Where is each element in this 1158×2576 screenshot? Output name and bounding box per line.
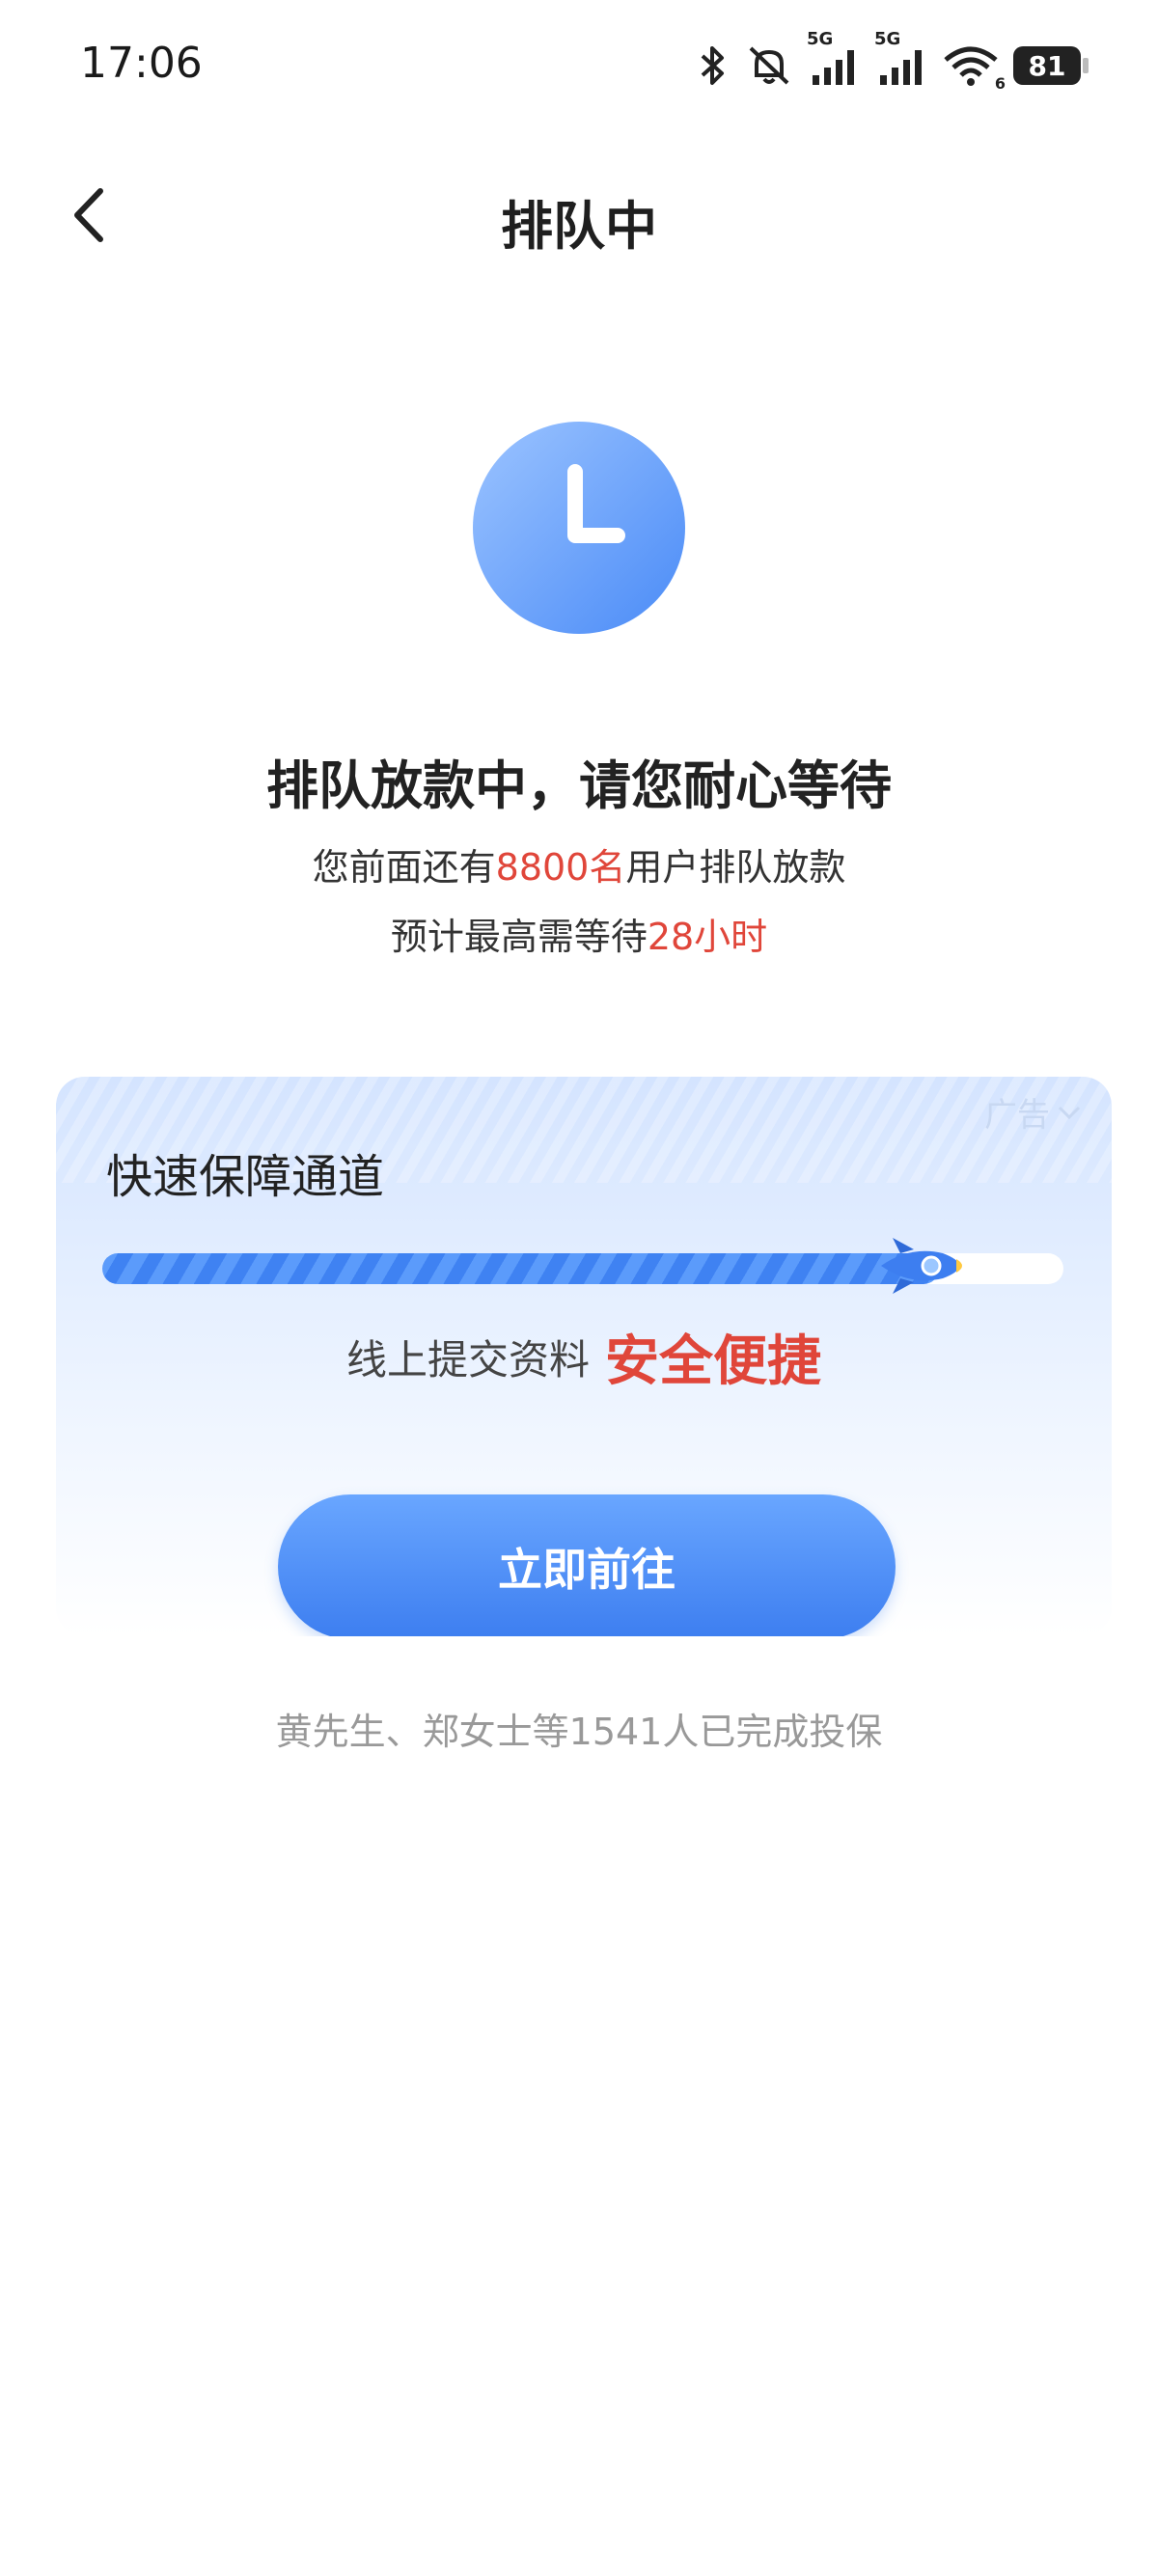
signal-5g-icon: 5G	[874, 29, 928, 89]
network-label: 5G	[874, 29, 901, 49]
slogan-plain: 线上提交资料	[345, 1336, 590, 1384]
clock-icon	[473, 422, 685, 634]
chevron-down-icon	[1058, 1106, 1081, 1119]
wifi-icon: 6	[942, 42, 1006, 93]
slogan: 线上提交资料 安全便捷	[56, 1318, 1112, 1396]
network-label: 5G	[807, 29, 834, 49]
queue-count-text: 您前面还有8800名用户排队放款	[0, 837, 1158, 891]
queue-headline: 排队放款中，请您耐心等待	[266, 755, 892, 816]
card-title: 快速保障通道	[106, 1150, 385, 1204]
wait-time-prefix: 预计最高需等待	[390, 916, 648, 958]
signal-5g-icon: 5G	[807, 29, 861, 89]
wifi-label: 6	[994, 74, 1006, 93]
queue-count-prefix: 您前面还有	[312, 846, 496, 889]
rocket-icon	[881, 1238, 962, 1294]
mute-icon	[745, 42, 793, 89]
ad-card[interactable]: 广告 快速保障通道 线上提交资料 安全便捷 立即前往	[56, 1077, 1112, 1636]
nav-bar: 排队中	[0, 164, 1158, 270]
progress-bar	[102, 1238, 1063, 1294]
battery-icon: 81	[1013, 46, 1089, 85]
battery-level: 81	[1028, 49, 1066, 82]
bluetooth-icon	[693, 42, 731, 89]
page-title: 排队中	[501, 196, 657, 257]
queue-count-value: 8800名	[495, 846, 626, 889]
status-time: 17:06	[80, 39, 203, 88]
status-bar: 17:06 5G 5G 6 81	[0, 0, 1158, 135]
ad-label-text: 广告	[984, 1096, 1050, 1135]
insured-count-text: 黄先生、郑女士等1541人已完成投保	[275, 1711, 883, 1753]
slogan-accent: 安全便捷	[605, 1330, 821, 1393]
queue-count-suffix: 用户排队放款	[625, 846, 846, 889]
go-now-button[interactable]: 立即前往	[278, 1494, 896, 1636]
progress-fill	[102, 1253, 939, 1284]
wait-time-text: 预计最高需等待28小时	[0, 907, 1158, 960]
ad-label[interactable]: 广告	[984, 1088, 1083, 1136]
wait-time-value: 28小时	[647, 916, 768, 958]
status-icons: 5G 5G 6 81	[693, 29, 1089, 95]
